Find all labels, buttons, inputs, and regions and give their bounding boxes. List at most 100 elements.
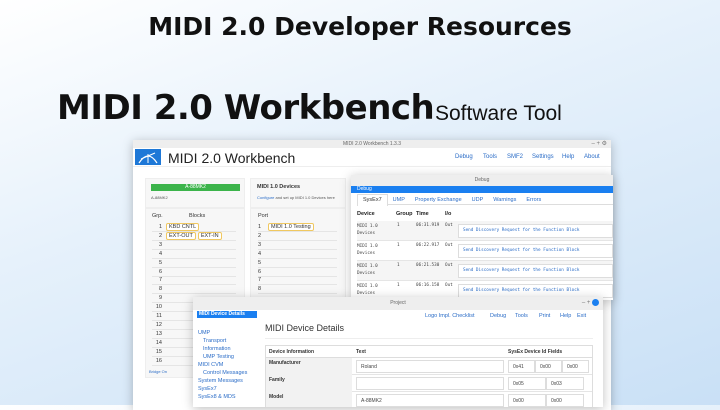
menu-about[interactable]: About [584,154,600,160]
port-number: 4 [258,250,262,257]
port-row: 1 MIDI 1.0 Testing [258,223,337,232]
app-logo [135,149,161,165]
sidebar-item[interactable]: MIDI CVM [198,361,263,369]
row-device: MIDI 1.0 Devices [357,264,378,276]
row-io: Out [445,223,453,228]
row-time: 06:31.919 [416,223,440,228]
sysex-id-field[interactable]: 0x00 [535,360,562,373]
sidebar-item[interactable]: SysEx7 [198,385,263,393]
main-title-bar: MIDI 2.0 Workbench 1.3.3 – + ⚙ [133,140,611,148]
group-number: 16 [155,357,162,364]
project-title-bar: Project – + [193,297,603,310]
group-row: 3 [152,241,236,250]
port-number: 3 [258,241,262,248]
row-message: Send Discovery Request for the Function … [458,224,613,238]
port-number: 5 [258,259,262,266]
debug-title-bar: Debug [351,175,613,186]
col-io: I/o [445,211,452,217]
function-block[interactable]: EXT-IN [197,231,222,240]
device-badge[interactable]: A-88MK2 [151,184,240,191]
bridge-link[interactable]: Bridge On [149,369,167,374]
menu-tools[interactable]: Tools [483,154,497,160]
debug-tab[interactable]: Warnings [488,195,521,206]
col-port: Port [258,213,269,219]
midi1-card: MIDI 1.0 Devices Configure and set up MI… [250,178,346,208]
text-field[interactable]: A-88MK2 [356,394,504,407]
sysex-id-field[interactable]: 0x00 [562,360,589,373]
col-time: Time [416,211,429,217]
port-row: 4 [258,250,337,259]
sidebar-item[interactable]: Transport [198,337,263,345]
midi-logo-icon [138,152,158,164]
row-io: Out [445,243,453,248]
th-text: Text [356,349,366,355]
menu-help[interactable]: Help [562,154,574,160]
debug-tab[interactable]: UMP [388,195,410,206]
port-number: 8 [258,286,262,293]
debug-tab[interactable]: Property Exchange [410,195,467,206]
sysex-id-field[interactable]: 0x00 [546,394,584,407]
port-row: 7 [258,276,337,286]
project-menu-item[interactable]: Logo Impl. Checklist [425,313,475,319]
project-menu-item[interactable]: Exit [577,313,586,319]
window-controls[interactable]: – + [582,297,599,310]
debug-panel-header: Debug [351,186,613,193]
col-blocks: Blocks [189,213,206,219]
row-group: 1 [397,283,400,288]
row-group: 1 [397,243,400,248]
text-field[interactable] [356,377,504,390]
row-label: Manufacturer [266,358,352,375]
sysex-id-field[interactable]: 0x00 [508,394,546,407]
debug-tab[interactable]: Errors [521,195,546,206]
debug-tab[interactable]: UDP [467,195,489,206]
debug-row[interactable]: MIDI 1.0 Devices 1 06:22.917 Out Send Discov… [357,241,613,261]
row-group: 1 [397,263,400,268]
midi1-port[interactable]: MIDI 1.0 Testing [268,223,314,231]
sidebar-item[interactable]: UMP [198,329,263,337]
sidebar-item[interactable]: UMP Testing [198,353,263,361]
debug-row[interactable]: MIDI 1.0 Devices 1 06:21.530 Out Send Discov… [357,261,613,281]
th-sysex-fields: SysEx Device Id Fields [508,349,563,355]
col-group: Grp. [152,213,163,219]
text-field[interactable]: Roland [356,360,504,373]
menu-smf2[interactable]: SMF2 [507,154,523,160]
device-info-row: Family 0x05 0x03 [266,375,592,392]
project-window-title: Project [390,300,406,306]
debug-tab[interactable]: SysEx7 [357,194,388,206]
window-title: MIDI 2.0 Workbench 1.3.3 [343,141,401,147]
function-block[interactable]: KBD CNTL [166,223,200,231]
sidebar-item[interactable]: Control Messages [198,369,263,377]
debug-row[interactable]: MIDI 1.0 Devices 1 06:31.919 Out Send Discov… [357,221,613,241]
port-row: 8 [258,285,337,295]
group-number: 8 [158,286,162,293]
device-info-row: Manufacturer Roland 0x41 0x00 0x00 [266,358,592,375]
sidebar-item[interactable]: SysEx8 & MDS [198,393,263,401]
row-message: Send Discovery Request for the Function … [458,264,613,278]
project-menu-item[interactable]: Debug [490,313,506,319]
device-card: A-88MK2 A-88MK2 [145,178,245,208]
window-controls[interactable]: – + ⚙ [591,140,607,148]
group-number: 9 [158,295,162,302]
group-number: 7 [158,277,162,284]
menu-debug[interactable]: Debug [455,154,473,160]
midi1-title: MIDI 1.0 Devices [257,184,301,190]
sysex-id-field[interactable]: 0x41 [508,360,535,373]
project-menu-item[interactable]: Tools [515,313,528,319]
group-number: 11 [156,313,162,319]
configure-link[interactable]: Configure [257,195,274,200]
port-row: 5 [258,259,337,268]
sidebar-item[interactable]: Information [198,345,263,353]
sysex-id-field[interactable]: 0x05 [508,377,546,390]
project-menu-item[interactable]: Help [560,313,571,319]
port-number: 7 [258,277,262,284]
row-group: 1 [397,223,400,228]
port-row: 6 [258,268,337,277]
group-number: 14 [155,339,162,346]
function-block[interactable]: EXT-OUT [166,231,196,240]
group-row: 5 [152,259,236,268]
sysex-id-field[interactable]: 0x03 [546,377,584,390]
menu-settings[interactable]: Settings [532,154,554,160]
port-row: 2 [258,232,337,241]
project-menu-item[interactable]: Print [539,313,550,319]
sidebar-item[interactable]: System Messages [198,377,263,385]
